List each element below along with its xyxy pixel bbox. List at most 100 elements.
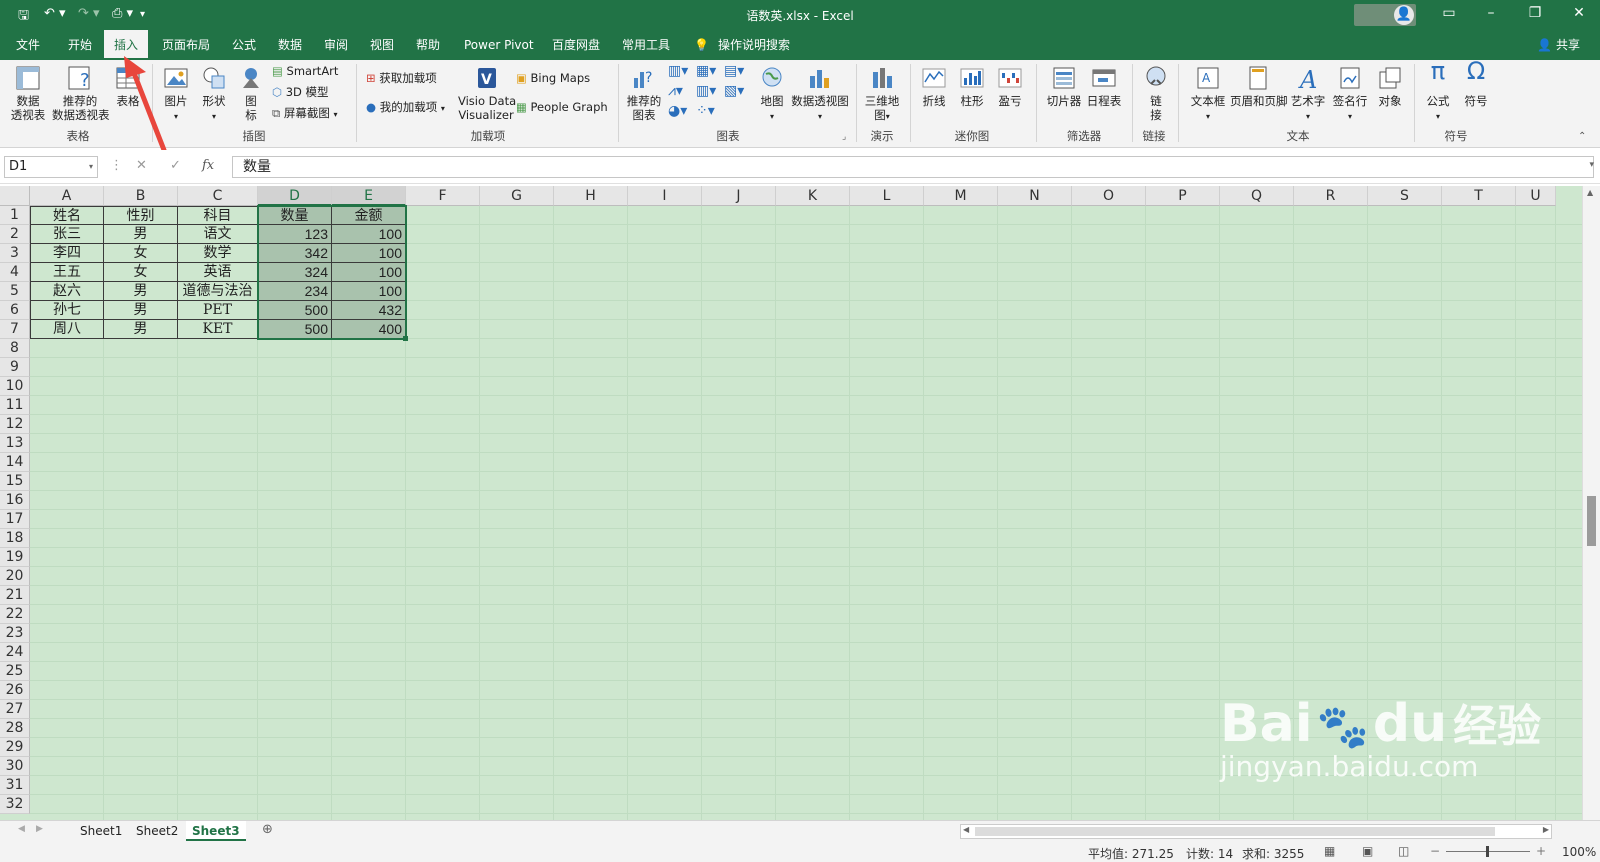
tab-power-pivot[interactable]: Power Pivot xyxy=(460,30,538,60)
column-header-E[interactable]: E xyxy=(332,186,406,206)
row-header-27[interactable]: 27 xyxy=(0,700,30,719)
column-header-U[interactable]: U xyxy=(1516,186,1556,206)
zoom-in-icon[interactable]: + xyxy=(1536,844,1546,858)
row-header-21[interactable]: 21 xyxy=(0,586,30,605)
zoom-out-icon[interactable]: − xyxy=(1430,844,1440,858)
horizontal-scrollbar[interactable]: ◀ ▶ xyxy=(960,824,1552,839)
table-cell[interactable]: 100 xyxy=(332,225,406,244)
table-header-cell[interactable]: 姓名 xyxy=(30,206,104,225)
table-cell[interactable]: 100 xyxy=(332,282,406,301)
combo-chart-button[interactable]: ▧▾ xyxy=(724,84,744,98)
account-area[interactable]: 👤 xyxy=(1354,4,1416,26)
row-header-17[interactable]: 17 xyxy=(0,510,30,529)
icons-button[interactable]: 图 标 xyxy=(236,64,266,122)
column-header-S[interactable]: S xyxy=(1368,186,1442,206)
scroll-thumb[interactable] xyxy=(975,827,1495,836)
pivottable-button[interactable]: 数据 透视表 xyxy=(8,64,48,122)
maps-button[interactable]: 地图 ▾ xyxy=(756,64,788,124)
share-button[interactable]: 👤 共享 xyxy=(1537,30,1580,60)
expand-formula-icon[interactable]: ▾ xyxy=(1589,160,1594,170)
bing-maps-button[interactable]: ▣ Bing Maps xyxy=(516,71,590,85)
column-header-C[interactable]: C xyxy=(178,186,258,206)
row-header-19[interactable]: 19 xyxy=(0,548,30,567)
tab-common-tools[interactable]: 常用工具 xyxy=(618,30,674,60)
table-header-cell[interactable]: 科目 xyxy=(178,206,258,225)
slicer-button[interactable]: 切片器 xyxy=(1044,64,1084,108)
enter-icon[interactable]: ✓ xyxy=(170,158,181,173)
row-header-2[interactable]: 2 xyxy=(0,225,30,244)
table-cell[interactable]: 342 xyxy=(258,244,332,263)
recommended-pivottable-button[interactable]: ? 推荐的 数据透视表 xyxy=(52,64,110,122)
my-addins-button[interactable]: ● 我的加载项 ▾ xyxy=(366,100,445,116)
scroll-up-icon[interactable]: ▲ xyxy=(1587,188,1593,197)
minimize-button[interactable]: – xyxy=(1476,5,1506,21)
scroll-left-icon[interactable]: ◀ xyxy=(963,825,969,834)
table-cell[interactable]: 100 xyxy=(332,244,406,263)
column-header-B[interactable]: B xyxy=(104,186,178,206)
sheet-tab-1[interactable]: Sheet1 xyxy=(74,821,128,841)
row-header-1[interactable]: 1 xyxy=(0,206,30,225)
row-header-10[interactable]: 10 xyxy=(0,377,30,396)
row-header-32[interactable]: 32 xyxy=(0,795,30,814)
row-header-25[interactable]: 25 xyxy=(0,662,30,681)
table-cell[interactable]: 100 xyxy=(332,263,406,282)
row-header-16[interactable]: 16 xyxy=(0,491,30,510)
row-header-20[interactable]: 20 xyxy=(0,567,30,586)
table-cell[interactable]: 孙七 xyxy=(30,301,104,320)
select-all-button[interactable] xyxy=(0,186,30,206)
sparkline-line-button[interactable]: 折线 xyxy=(916,64,952,108)
scatter-chart-button[interactable]: ⁘▾ xyxy=(696,104,715,118)
link-button[interactable]: 链 接 xyxy=(1138,64,1174,122)
tab-baidu-netdisk[interactable]: 百度网盘 xyxy=(548,30,604,60)
textbox-button[interactable]: A 文本框 ▾ xyxy=(1188,64,1228,124)
row-header-23[interactable]: 23 xyxy=(0,624,30,643)
symbol-button[interactable]: Ω 符号 xyxy=(1458,59,1494,108)
object-button[interactable]: 对象 xyxy=(1372,64,1408,108)
restore-button[interactable]: ❐ xyxy=(1520,5,1550,21)
tab-help[interactable]: 帮助 xyxy=(412,30,444,60)
pie-chart-button[interactable]: ◕▾ xyxy=(668,104,687,118)
column-chart-button[interactable]: ▥▾ xyxy=(668,64,688,78)
table-cell[interactable]: 道德与法治 xyxy=(178,282,258,301)
scroll-right-icon[interactable]: ▶ xyxy=(1543,825,1549,834)
tab-data[interactable]: 数据 xyxy=(274,30,306,60)
row-header-22[interactable]: 22 xyxy=(0,605,30,624)
row-header-5[interactable]: 5 xyxy=(0,282,30,301)
table-cell[interactable]: 男 xyxy=(104,320,178,339)
column-header-H[interactable]: H xyxy=(554,186,628,206)
collapse-ribbon-icon[interactable]: ⌃ xyxy=(1578,130,1586,144)
column-header-P[interactable]: P xyxy=(1146,186,1220,206)
people-graph-button[interactable]: ▦ People Graph xyxy=(516,100,608,114)
line-chart-button[interactable]: ⩘▾ xyxy=(668,84,683,98)
column-header-K[interactable]: K xyxy=(776,186,850,206)
hierarchy-chart-button[interactable]: ▦▾ xyxy=(696,64,716,78)
column-header-T[interactable]: T xyxy=(1442,186,1516,206)
add-sheet-icon[interactable]: ⊕ xyxy=(262,822,273,837)
table-cell[interactable]: 男 xyxy=(104,282,178,301)
table-cell[interactable]: 324 xyxy=(258,263,332,282)
row-header-12[interactable]: 12 xyxy=(0,415,30,434)
row-header-4[interactable]: 4 xyxy=(0,263,30,282)
name-box[interactable]: D1 ▾ xyxy=(4,156,98,178)
3d-map-button[interactable]: 三维地 图▾ xyxy=(862,64,902,124)
tab-file[interactable]: 文件 xyxy=(12,30,44,60)
row-header-15[interactable]: 15 xyxy=(0,472,30,491)
table-cell[interactable]: 周八 xyxy=(30,320,104,339)
get-addins-button[interactable]: ⊞ 获取加载项 xyxy=(366,71,437,85)
table-cell[interactable]: 女 xyxy=(104,244,178,263)
tab-formulas[interactable]: 公式 xyxy=(228,30,260,60)
column-header-D[interactable]: D xyxy=(258,186,332,206)
column-header-M[interactable]: M xyxy=(924,186,998,206)
table-cell[interactable]: 男 xyxy=(104,225,178,244)
scroll-right-icon[interactable]: ▶ xyxy=(36,824,43,834)
close-button[interactable]: ✕ xyxy=(1564,5,1594,21)
zoom-thumb[interactable] xyxy=(1486,846,1489,857)
zoom-level[interactable]: 100% xyxy=(1562,845,1596,859)
row-header-3[interactable]: 3 xyxy=(0,244,30,263)
smartart-button[interactable]: ▤ SmartArt xyxy=(272,64,338,78)
row-header-24[interactable]: 24 xyxy=(0,643,30,662)
wordart-button[interactable]: A 艺术字 ▾ xyxy=(1288,64,1328,124)
insert-function-icon[interactable]: fx xyxy=(202,158,214,173)
row-header-7[interactable]: 7 xyxy=(0,320,30,339)
timeline-button[interactable]: 日程表 xyxy=(1084,64,1124,108)
